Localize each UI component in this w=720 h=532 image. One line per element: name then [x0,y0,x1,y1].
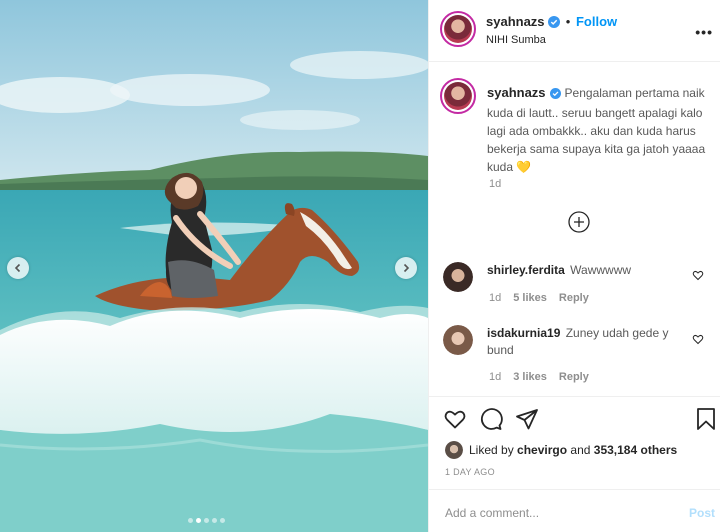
comment-icon[interactable] [479,407,503,434]
carousel-dot [212,518,217,523]
post-photo[interactable] [0,0,428,532]
bookmark-icon[interactable] [695,407,717,434]
comment-like-heart-icon[interactable] [692,333,704,348]
post-details-panel: syahnazs • Follow NIHI Sumba ••• syahnaz… [428,0,720,532]
comment-meta: 1d 3 likes Reply [489,371,589,383]
liked-by-prefix: Liked by [469,443,514,457]
comment-meta: 1d 5 likes Reply [489,292,589,304]
carousel-dot [220,518,225,523]
post-header: syahnazs • Follow NIHI Sumba ••• [429,0,720,62]
comment-likes[interactable]: 3 likes [513,371,547,383]
reply-button[interactable]: Reply [559,371,589,383]
next-photo-button[interactable] [395,257,417,279]
separator-dot: • [565,14,571,29]
commenter-avatar[interactable] [443,262,473,292]
beach-horse-photo [0,0,428,532]
likes-count[interactable]: 353,184 others [594,443,677,457]
caption-age[interactable]: 1d [489,178,501,190]
author-username[interactable]: syahnazs [486,14,545,29]
carousel-indicator [188,518,225,523]
liker-avatar[interactable] [445,441,463,459]
verified-badge-icon [548,16,561,31]
liked-by-and: and [570,443,591,457]
previous-photo-button[interactable] [7,257,29,279]
heart-icon[interactable] [443,407,467,434]
comment-username[interactable]: shirley.ferdita [487,263,565,277]
comment-item: isdakurnia19 Zuney udah gede y bund [487,325,697,359]
post-comment-button[interactable]: Post [689,506,715,520]
reply-button[interactable]: Reply [559,292,589,304]
verified-badge-icon [549,86,561,104]
author-avatar[interactable] [440,11,476,47]
chevron-right-icon [403,263,410,273]
likes-summary: Liked by chevirgo and 353,184 others [445,441,677,459]
follow-button[interactable]: Follow [576,14,617,29]
post-location[interactable]: NIHI Sumba [486,34,546,46]
comment-item: shirley.ferdita Wawwwww [487,262,697,279]
comment-username[interactable]: isdakurnia19 [487,326,560,340]
plus-circle-icon[interactable] [568,211,590,236]
comment-like-heart-icon[interactable] [692,269,704,284]
caption-author-avatar[interactable] [440,78,476,114]
send-icon[interactable] [515,407,539,434]
commenter-avatar[interactable] [443,325,473,355]
comment-age[interactable]: 1d [489,292,501,304]
comment-likes[interactable]: 5 likes [513,292,547,304]
liker-username[interactable]: chevirgo [517,443,567,457]
caption-username[interactable]: syahnazs [487,85,546,100]
post-caption: syahnazs Pengalaman pertama naik kuda di … [487,84,709,176]
comment-composer: Add a comment... Post [429,489,720,532]
carousel-dot [188,518,193,523]
carousel-dot [204,518,209,523]
more-options-icon[interactable]: ••• [695,24,713,40]
carousel-dot [196,518,201,523]
post-timestamp[interactable]: 1 DAY AGO [445,467,495,477]
chevron-left-icon [14,263,21,273]
comment-age[interactable]: 1d [489,371,501,383]
comment-input[interactable]: Add a comment... [445,506,539,520]
post-actions: Liked by chevirgo and 353,184 others 1 D… [429,396,720,532]
comment-text: Wawwwww [570,263,632,277]
